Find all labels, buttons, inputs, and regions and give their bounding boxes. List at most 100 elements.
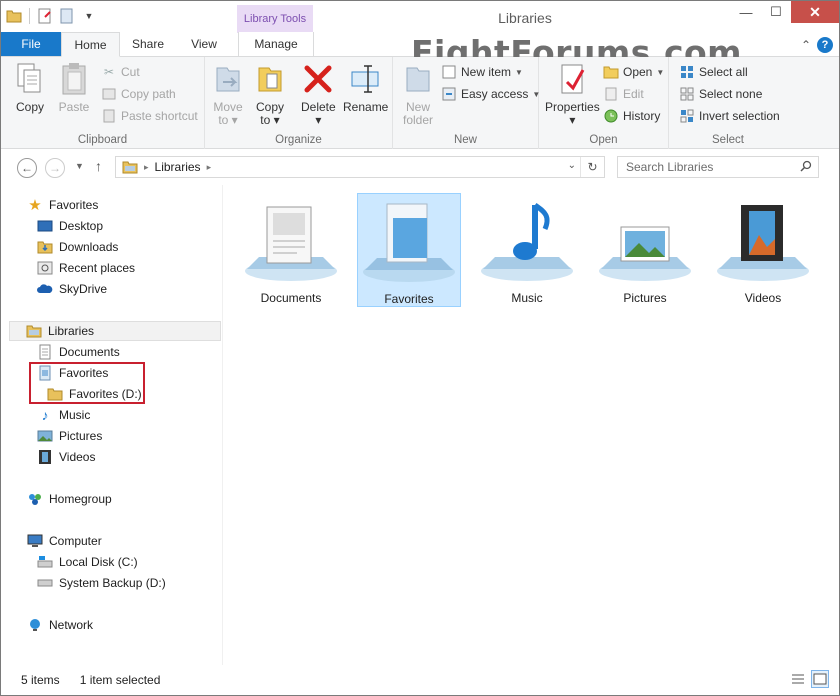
nav-videos[interactable]: Videos [37,447,95,467]
paste-shortcut-button[interactable]: Paste shortcut [101,107,198,125]
easy-access-icon [441,86,457,102]
history-button[interactable]: History [603,107,660,125]
status-selected-count: 1 item selected [79,673,161,687]
highlight-box [29,362,145,404]
maximize-button[interactable]: ☐ [761,1,791,23]
edit-button[interactable]: Edit [603,85,644,103]
group-organize: Move to ▾ Copy to ▾ Delete ▾ Rename Orga… [205,57,393,149]
new-folder-button[interactable]: New folder [401,61,435,127]
properties-button[interactable]: Properties ▾ [545,61,600,127]
nav-skydrive-label: SkyDrive [59,282,108,296]
new-item-button[interactable]: New item ▼ [441,63,523,81]
nav-desktop-label: Desktop [59,219,104,233]
recent-locations-icon[interactable]: ▼ [75,161,84,171]
nav-desktop[interactable]: Desktop [37,216,103,236]
new-item-icon [441,64,457,80]
library-tile-videos[interactable]: Videos [711,193,815,307]
tab-file[interactable]: File [1,32,61,56]
libraries-icon [26,323,42,339]
up-arrow-icon[interactable]: ↑ [95,158,102,174]
open-button[interactable]: Open ▼ [603,63,664,81]
select-none-button[interactable]: Select none [679,85,762,103]
rename-button[interactable]: Rename [343,61,388,114]
move-to-button[interactable]: Move to ▾ [211,61,245,127]
desktop-icon [37,218,53,234]
new-folder-label: New folder [402,100,434,127]
new-folder-icon[interactable] [58,7,76,25]
window-title: Libraries [498,10,552,26]
library-documents-label: Documents [260,291,322,305]
nav-videos-label: Videos [59,450,96,464]
address-dropdown-icon[interactable]: ⌄ [568,160,576,171]
customize-qat-icon[interactable]: ▼ [80,7,98,25]
minimize-button[interactable]: — [731,1,761,23]
nav-computer[interactable]: Computer [27,531,102,551]
breadcrumb-libraries[interactable]: Libraries [155,160,201,174]
nav-computer-label: Computer [49,534,102,548]
large-icons-view-icon[interactable] [811,670,829,688]
navigation-bar: ← → ▼ ↑ ▸ Libraries ▸ ⌄ ↻ Search Librari… [1,150,839,185]
delete-x-icon [301,61,335,97]
nav-system-backup[interactable]: System Backup (D:) [37,573,166,593]
rename-label: Rename [343,100,389,114]
search-icon[interactable] [800,160,812,175]
tab-view[interactable]: View [176,32,232,56]
delete-button[interactable]: Delete ▾ [301,61,336,127]
invert-selection-button[interactable]: Invert selection [679,107,780,125]
copy-path-icon [101,86,117,102]
help-icon[interactable]: ? [817,37,833,53]
properties-label: Properties ▾ [545,100,600,127]
nav-music[interactable]: ♪ Music [37,405,91,425]
library-tile-documents[interactable]: Documents [239,193,343,307]
history-label: History [623,109,661,123]
library-tile-pictures[interactable]: Pictures [593,193,697,307]
nav-local-disk[interactable]: Local Disk (C:) [37,552,138,572]
documents-icon [37,344,53,360]
library-music-label: Music [511,291,543,305]
select-none-label: Select none [699,87,763,101]
nav-recent-places[interactable]: Recent places [37,258,135,278]
invert-selection-icon [679,108,695,124]
nav-skydrive[interactable]: SkyDrive [37,279,107,299]
properties-icon[interactable] [36,7,54,25]
nav-favorites-label: Favorites [49,198,99,212]
copy-to-icon [253,61,287,97]
nav-documents[interactable]: Documents [37,342,120,362]
nav-favorites[interactable]: ★ Favorites [27,195,98,215]
copy-to-button[interactable]: Copy to ▾ [253,61,287,127]
folder-icon[interactable] [5,7,23,25]
open-folder-icon [603,64,619,80]
nav-libraries[interactable]: Libraries [9,321,221,341]
library-tile-music[interactable]: Music [475,193,579,307]
nav-music-label: Music [59,408,91,422]
forward-button[interactable]: → [45,158,65,178]
close-button[interactable]: ✕ [791,1,839,23]
cut-button[interactable]: ✂ Cut [101,63,140,81]
delete-label: Delete ▾ [301,100,336,127]
breadcrumb-chevron-icon[interactable]: ▸ [207,162,212,173]
computer-icon [27,533,43,549]
back-button[interactable]: ← [17,158,37,178]
group-clipboard: Copy Paste ✂ Cut Copy path Paste shortcu… [1,57,205,149]
nav-downloads[interactable]: Downloads [37,237,118,257]
ribbon-tabs: File Home Share View Manage [1,32,839,57]
collapse-ribbon-icon[interactable]: ⌃ [801,38,811,52]
drive-icon [37,575,53,591]
details-view-icon[interactable] [789,670,807,688]
nav-network[interactable]: Network [27,615,93,635]
tab-home[interactable]: Home [61,32,120,57]
nav-pictures[interactable]: Pictures [37,426,102,446]
tab-manage[interactable]: Manage [238,32,314,56]
select-all-button[interactable]: Select all [679,63,748,81]
library-tile-favorites[interactable]: Favorites [357,193,461,307]
copy-path-button[interactable]: Copy path [101,85,176,103]
easy-access-button[interactable]: Easy access ▼ [441,85,540,103]
search-box[interactable]: Search Libraries [617,156,819,178]
address-bar[interactable]: ▸ Libraries ▸ ⌄ ↻ [115,156,605,178]
nav-homegroup[interactable]: Homegroup [27,489,112,509]
tab-share[interactable]: Share [120,32,176,56]
copy-button[interactable]: Copy [13,61,47,114]
new-item-dropdown-icon: ▼ [515,67,523,77]
paste-button[interactable]: Paste [57,61,91,114]
refresh-icon[interactable]: ↻ [580,157,604,177]
